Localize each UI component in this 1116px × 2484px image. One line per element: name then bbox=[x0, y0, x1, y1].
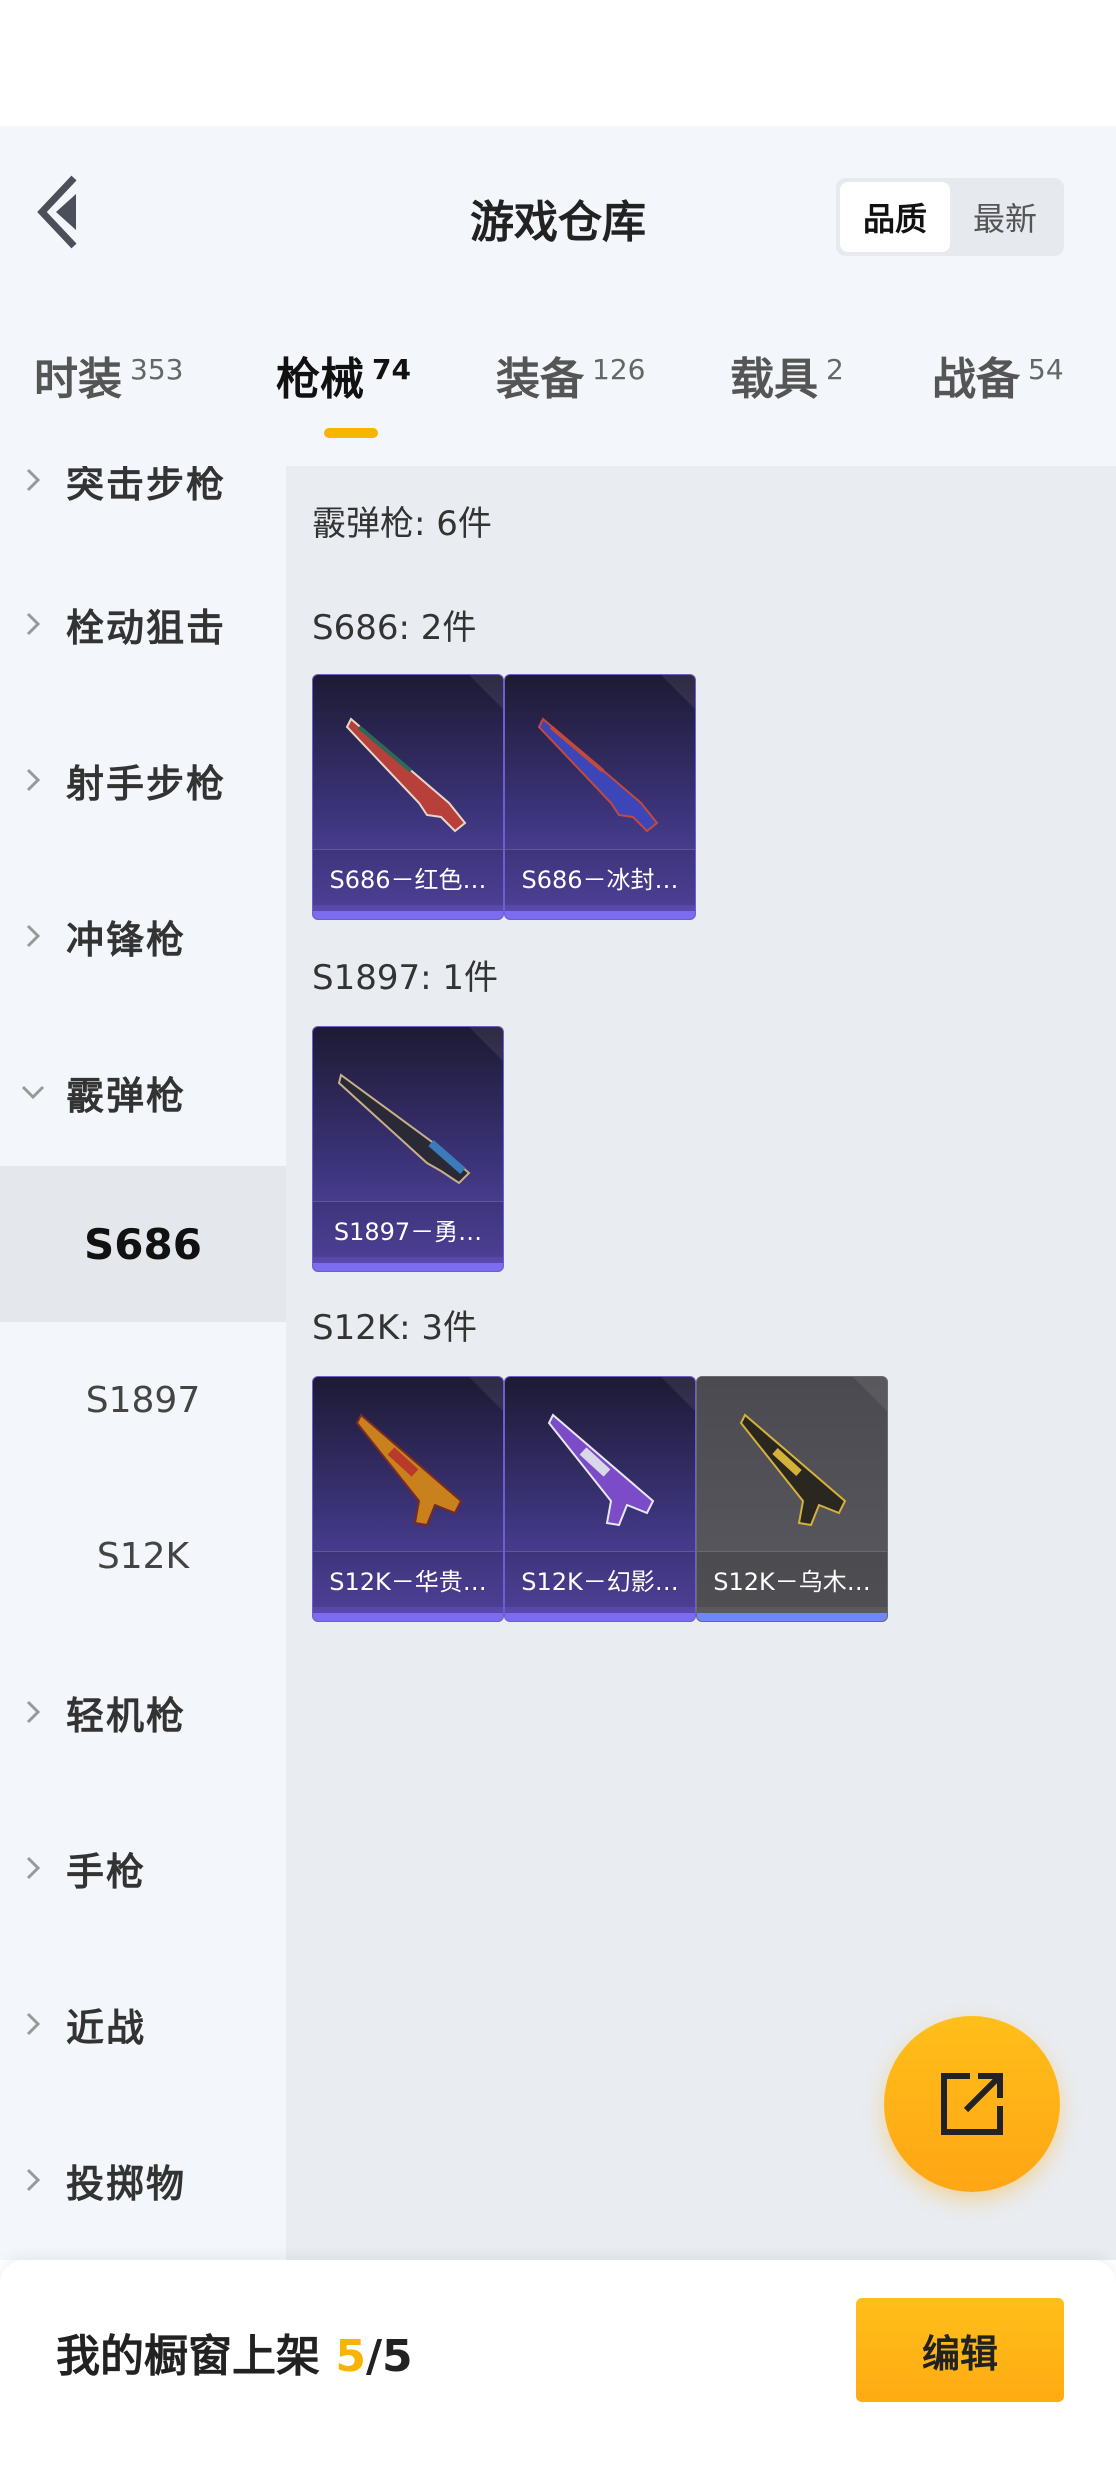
tab-equipment[interactable]: 装备 126 bbox=[496, 340, 645, 440]
sidebar-item-label: 霰弹枪 bbox=[66, 1073, 187, 1118]
sidebar-item-lmg[interactable]: 轻机枪 bbox=[0, 1634, 286, 1790]
skin-name: S12K－华贵… bbox=[313, 1551, 503, 1607]
sidebar-sub-s12k[interactable]: S12K bbox=[0, 1478, 286, 1634]
status-bar bbox=[0, 0, 1116, 126]
sidebar-item-melee[interactable]: 近战 bbox=[0, 1946, 286, 2102]
sort-toggle[interactable]: 品质 最新 bbox=[836, 178, 1064, 256]
shotgun-icon bbox=[345, 717, 467, 833]
rarity-bar bbox=[505, 1613, 695, 1621]
chevron-right-icon bbox=[0, 2010, 66, 2038]
tab-label: 战备 bbox=[932, 354, 1020, 405]
sort-option-quality[interactable]: 品质 bbox=[840, 182, 950, 252]
sidebar-item-throwable[interactable]: 投掷物 bbox=[0, 2102, 286, 2258]
sidebar-item-assault-rifle[interactable]: 突击步枪 bbox=[0, 466, 286, 558]
sidebar-item-label: 射手步枪 bbox=[66, 761, 227, 806]
showcase-bar: 我的橱窗上架 5/5 编辑 bbox=[0, 2260, 1116, 2484]
chevron-down-icon bbox=[0, 1083, 66, 1101]
sidebar-item-shotgun[interactable]: 霰弹枪 bbox=[0, 1014, 286, 1170]
sidebar-item-label: 突击步枪 bbox=[66, 466, 227, 506]
sidebar-sub-s1897[interactable]: S1897 bbox=[0, 1322, 286, 1478]
chevron-right-icon bbox=[0, 1698, 66, 1726]
skin-card[interactable]: S12K－乌木… bbox=[696, 1376, 888, 1622]
tab-count: 54 bbox=[1028, 353, 1064, 386]
category-tabs: 时装 353 枪械 74 装备 126 载具 2 战备 54 bbox=[0, 340, 1116, 440]
sidebar-item-smg[interactable]: 冲锋枪 bbox=[0, 858, 286, 1014]
showcase-status: 我的橱窗上架 5/5 bbox=[56, 2320, 413, 2384]
skin-card[interactable]: S12K－华贵… bbox=[312, 1376, 504, 1622]
showcase-current: 5 bbox=[335, 2331, 366, 2382]
sort-option-newest[interactable]: 最新 bbox=[950, 182, 1060, 252]
sidebar-item-label: 投掷物 bbox=[66, 2161, 187, 2206]
share-external-icon bbox=[941, 2073, 1003, 2135]
group-title: S1897: 1件 bbox=[312, 958, 499, 998]
chevron-right-icon bbox=[0, 466, 66, 494]
share-button[interactable] bbox=[884, 2016, 1060, 2192]
skin-card[interactable]: S12K－幻影… bbox=[504, 1376, 696, 1622]
chevron-right-icon bbox=[0, 766, 66, 794]
rifle-icon bbox=[739, 1413, 847, 1527]
skin-name: S12K－乌木… bbox=[697, 1551, 887, 1607]
skin-name: S12K－幻影… bbox=[505, 1551, 695, 1607]
tab-label: 时装 bbox=[34, 354, 122, 405]
tab-label: 装备 bbox=[496, 354, 584, 405]
item-grid-panel: 霰弹枪: 6件 S686: 2件 S686－红色… S686－冰封… S1897… bbox=[286, 466, 1116, 2260]
skin-card[interactable]: S686－冰封… bbox=[504, 674, 696, 920]
sidebar-item-pistol[interactable]: 手枪 bbox=[0, 1790, 286, 1946]
edit-button[interactable]: 编辑 bbox=[856, 2298, 1064, 2402]
tab-count: 353 bbox=[130, 353, 184, 386]
chevron-right-icon bbox=[0, 1854, 66, 1882]
tab-vehicles[interactable]: 载具 2 bbox=[730, 340, 844, 440]
tab-count: 126 bbox=[592, 353, 646, 386]
skin-name: S686－红色… bbox=[313, 849, 503, 905]
tab-label: 枪械 bbox=[276, 354, 364, 405]
group-title: S686: 2件 bbox=[312, 608, 477, 648]
group-title: S12K: 3件 bbox=[312, 1308, 478, 1348]
tab-supplies[interactable]: 战备 54 bbox=[932, 340, 1064, 440]
shotgun-icon bbox=[537, 717, 659, 833]
rifle-icon bbox=[547, 1413, 655, 1527]
tab-label: 载具 bbox=[730, 354, 818, 405]
chevron-right-icon bbox=[0, 610, 66, 638]
tab-count: 2 bbox=[826, 353, 844, 386]
skin-name: S686－冰封… bbox=[505, 849, 695, 905]
sidebar-sub-s686[interactable]: S686 bbox=[0, 1166, 286, 1322]
showcase-label: 我的橱窗上架 bbox=[56, 2331, 320, 2382]
active-tab-indicator bbox=[324, 428, 378, 438]
skin-card[interactable]: S686－红色… bbox=[312, 674, 504, 920]
rarity-bar bbox=[697, 1613, 887, 1621]
skin-name: S1897－勇… bbox=[313, 1201, 503, 1257]
sidebar-item-bolt-sniper[interactable]: 栓动狙击 bbox=[0, 546, 286, 702]
sidebar-item-label: 近战 bbox=[66, 2005, 147, 2050]
sidebar-item-marksman[interactable]: 射手步枪 bbox=[0, 702, 286, 858]
weapon-type-sidebar: 突击步枪 栓动狙击 射手步枪 冲锋枪 霰弹枪 S686 S1897 S12K 轻… bbox=[0, 466, 286, 2260]
showcase-total: /5 bbox=[365, 2331, 413, 2382]
chevron-right-icon bbox=[0, 922, 66, 950]
sidebar-item-label: 冲锋枪 bbox=[66, 917, 187, 962]
skin-card[interactable]: S1897－勇… bbox=[312, 1026, 504, 1272]
rifle-icon bbox=[355, 1413, 463, 1527]
rarity-bar bbox=[313, 1263, 503, 1271]
tab-fashion[interactable]: 时装 353 bbox=[34, 340, 183, 440]
sidebar-item-label: 手枪 bbox=[66, 1849, 147, 1894]
tab-count: 74 bbox=[372, 353, 411, 386]
chevron-right-icon bbox=[0, 2166, 66, 2194]
rarity-bar bbox=[313, 1613, 503, 1621]
shotgun-icon bbox=[337, 1073, 471, 1185]
category-count-title: 霰弹枪: 6件 bbox=[312, 504, 492, 544]
sidebar-item-label: 轻机枪 bbox=[66, 1693, 187, 1738]
tab-weapons[interactable]: 枪械 74 bbox=[276, 340, 411, 440]
sidebar-item-label: 栓动狙击 bbox=[66, 605, 227, 650]
rarity-bar bbox=[505, 911, 695, 919]
rarity-bar bbox=[313, 911, 503, 919]
